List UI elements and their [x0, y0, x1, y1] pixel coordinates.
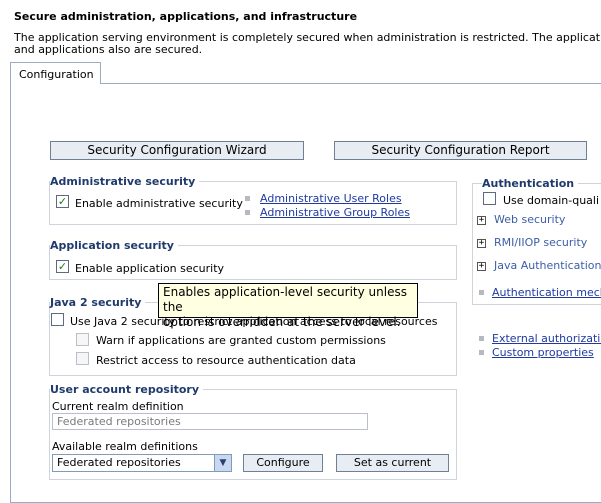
warn-custom-permissions-checkbox[interactable]	[76, 333, 89, 346]
tooltip-line-2: option is overridden at the server level…	[163, 315, 401, 329]
authentication-mechanisms-link[interactable]: Authentication mecha	[492, 286, 601, 299]
app-security-legend: Application security	[50, 239, 178, 252]
square-bullet-icon	[245, 210, 250, 215]
java2-security-legend: Java 2 security	[50, 296, 146, 309]
authentication-legend: Authentication	[482, 177, 579, 190]
square-bullet-icon	[479, 290, 484, 295]
square-bullet-icon	[479, 350, 484, 355]
use-java2-security-checkbox[interactable]	[51, 313, 64, 326]
available-realm-select[interactable]: Federated repositories ▼	[52, 454, 232, 472]
tab-configuration[interactable]: Configuration	[10, 62, 101, 84]
checkmark-icon: ✓	[57, 260, 68, 273]
enable-admin-security-label: Enable administrative security	[75, 197, 243, 210]
rmi-iiop-security-item[interactable]: RMI/IIOP security	[494, 236, 587, 249]
available-realm-label: Available realm definitions	[52, 440, 198, 453]
set-as-current-button[interactable]: Set as current	[336, 454, 449, 472]
use-domain-qualified-checkbox[interactable]	[483, 192, 496, 205]
java-authentication-item[interactable]: Java Authentication	[494, 259, 601, 272]
restrict-resource-auth-checkbox[interactable]	[76, 352, 89, 365]
security-configuration-wizard-button[interactable]: Security Configuration Wizard	[50, 141, 304, 160]
admin-user-roles-link[interactable]: Administrative User Roles	[260, 192, 402, 205]
admin-security-legend: Administrative security	[50, 175, 200, 188]
square-bullet-icon	[245, 196, 250, 201]
page-title: Secure administration, applications, and…	[14, 10, 358, 23]
warn-custom-permissions-label: Warn if applications are granted custom …	[96, 334, 386, 347]
plus-expand-icon[interactable]: +	[477, 262, 486, 271]
web-security-item[interactable]: Web security	[494, 213, 565, 226]
chevron-down-icon[interactable]: ▼	[214, 455, 231, 471]
restrict-resource-auth-label: Restrict access to resource authenticati…	[96, 354, 356, 367]
tooltip-line-1: Enables application-level security unles…	[163, 285, 407, 314]
available-realm-selected: Federated repositories	[57, 456, 181, 469]
custom-properties-link[interactable]: Custom properties	[492, 346, 594, 359]
plus-expand-icon[interactable]: +	[477, 216, 486, 225]
current-realm-field: Federated repositories	[52, 413, 368, 430]
current-realm-label: Current realm definition	[52, 400, 184, 413]
enable-app-security-label: Enable application security	[75, 262, 225, 275]
page-description: The application serving environment is c…	[14, 32, 601, 56]
square-bullet-icon	[479, 336, 484, 341]
checkmark-icon: ✓	[57, 195, 68, 208]
use-domain-qualified-label: Use domain-quali	[503, 194, 600, 207]
configure-button[interactable]: Configure	[243, 454, 323, 472]
description-line-2: and applications also are secured.	[14, 43, 203, 56]
user-repo-legend: User account repository	[50, 383, 204, 396]
admin-group-roles-link[interactable]: Administrative Group Roles	[260, 206, 410, 219]
plus-expand-icon[interactable]: +	[477, 239, 486, 248]
enable-app-security-checkbox[interactable]: ✓	[56, 260, 69, 273]
tooltip: Enables application-level security unles…	[158, 283, 418, 329]
external-authorization-link[interactable]: External authorization	[492, 332, 601, 345]
security-configuration-report-button[interactable]: Security Configuration Report	[334, 141, 587, 160]
enable-admin-security-checkbox[interactable]: ✓	[56, 195, 69, 208]
